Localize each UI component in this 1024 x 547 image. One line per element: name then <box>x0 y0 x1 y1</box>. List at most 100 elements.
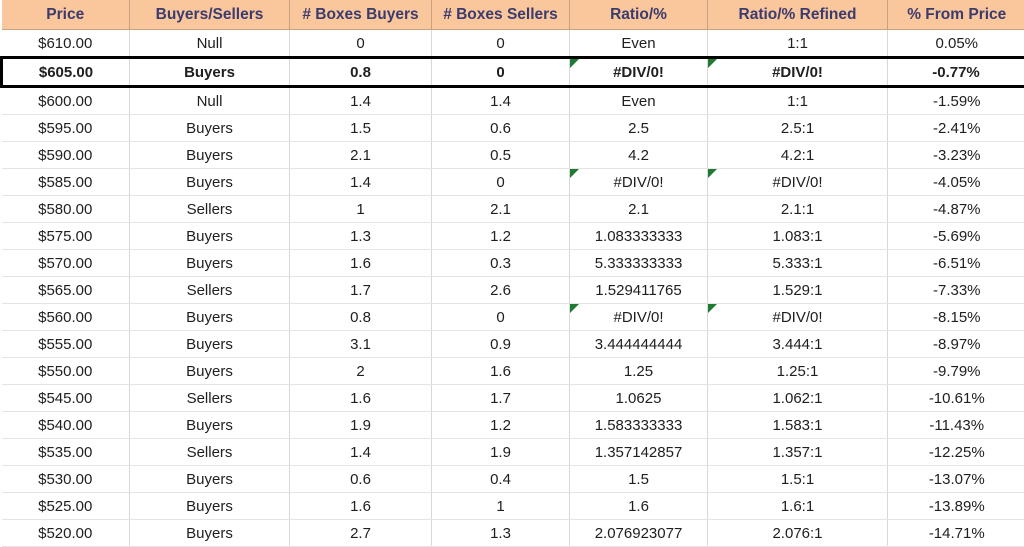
column-header-refined[interactable]: Ratio/% Refined <box>708 0 888 30</box>
cell-refined[interactable]: 1.6:1 <box>708 493 888 520</box>
status-badge-buyers[interactable]: Buyers <box>130 358 290 385</box>
status-badge-sellers[interactable]: Sellers <box>130 196 290 223</box>
cell-boxes_s[interactable]: 1.4 <box>432 87 570 115</box>
cell-price[interactable]: $545.00 <box>2 385 130 412</box>
cell-from[interactable]: -13.89% <box>888 493 1024 520</box>
cell-price[interactable]: $590.00 <box>2 142 130 169</box>
cell-price[interactable]: $550.00 <box>2 358 130 385</box>
cell-ratio[interactable]: 2.5 <box>570 115 708 142</box>
cell-ratio[interactable]: #DIV/0! <box>570 304 708 331</box>
table-row[interactable]: $570.00Buyers1.60.35.3333333335.333:1-6.… <box>2 250 1024 277</box>
cell-price[interactable]: $585.00 <box>2 169 130 196</box>
status-badge-buyers[interactable]: Buyers <box>130 250 290 277</box>
table-row[interactable]: $595.00Buyers1.50.62.52.5:1-2.41% <box>2 115 1024 142</box>
cell-ratio[interactable]: Even <box>570 87 708 115</box>
cell-from[interactable]: -4.87% <box>888 196 1024 223</box>
cell-boxes_b[interactable]: 1.6 <box>290 385 432 412</box>
cell-ratio[interactable]: 2.076923077 <box>570 520 708 547</box>
column-header-boxes_s[interactable]: # Boxes Sellers <box>432 0 570 30</box>
table-row[interactable]: $520.00Buyers2.71.32.0769230772.076:1-14… <box>2 520 1024 547</box>
cell-from[interactable]: -0.77% <box>888 58 1024 87</box>
cell-boxes_s[interactable]: 1.9 <box>432 439 570 466</box>
cell-boxes_s[interactable]: 0.5 <box>432 142 570 169</box>
cell-from[interactable]: -2.41% <box>888 115 1024 142</box>
cell-refined[interactable]: 1.357:1 <box>708 439 888 466</box>
cell-from[interactable]: -9.79% <box>888 358 1024 385</box>
cell-price[interactable]: $600.00 <box>2 87 130 115</box>
cell-from[interactable]: -1.59% <box>888 87 1024 115</box>
cell-boxes_s[interactable]: 1.7 <box>432 385 570 412</box>
cell-from[interactable]: -12.25% <box>888 439 1024 466</box>
column-header-bs[interactable]: Buyers/Sellers <box>130 0 290 30</box>
status-badge-null[interactable]: Null <box>130 30 290 58</box>
table-row[interactable]: $600.00Null1.41.4Even1:1-1.59% <box>2 87 1024 115</box>
cell-ratio[interactable]: 1.6 <box>570 493 708 520</box>
cell-price[interactable]: $575.00 <box>2 223 130 250</box>
cell-from[interactable]: -8.97% <box>888 331 1024 358</box>
cell-from[interactable]: -4.05% <box>888 169 1024 196</box>
cell-boxes_b[interactable]: 0 <box>290 30 432 58</box>
cell-boxes_b[interactable]: 0.8 <box>290 58 432 87</box>
cell-from[interactable]: -11.43% <box>888 412 1024 439</box>
cell-ratio[interactable]: 1.083333333 <box>570 223 708 250</box>
table-row[interactable]: $590.00Buyers2.10.54.24.2:1-3.23% <box>2 142 1024 169</box>
status-badge-buyers[interactable]: Buyers <box>130 58 290 87</box>
cell-ratio[interactable]: 1.357142857 <box>570 439 708 466</box>
table-row[interactable]: $575.00Buyers1.31.21.0833333331.083:1-5.… <box>2 223 1024 250</box>
cell-refined[interactable]: 1.083:1 <box>708 223 888 250</box>
cell-boxes_b[interactable]: 2.1 <box>290 142 432 169</box>
cell-boxes_b[interactable]: 0.8 <box>290 304 432 331</box>
cell-from[interactable]: -7.33% <box>888 277 1024 304</box>
table-row[interactable]: $610.00Null00Even1:10.05% <box>2 30 1024 58</box>
cell-boxes_s[interactable]: 0 <box>432 30 570 58</box>
cell-boxes_b[interactable]: 1.6 <box>290 493 432 520</box>
cell-refined[interactable]: 1.062:1 <box>708 385 888 412</box>
cell-price[interactable]: $570.00 <box>2 250 130 277</box>
status-badge-buyers[interactable]: Buyers <box>130 223 290 250</box>
table-row[interactable]: $555.00Buyers3.10.93.4444444443.444:1-8.… <box>2 331 1024 358</box>
table-row[interactable]: $540.00Buyers1.91.21.5833333331.583:1-11… <box>2 412 1024 439</box>
cell-ratio[interactable]: 1.529411765 <box>570 277 708 304</box>
cell-from[interactable]: 0.05% <box>888 30 1024 58</box>
status-badge-buyers[interactable]: Buyers <box>130 493 290 520</box>
status-badge-null[interactable]: Null <box>130 87 290 115</box>
cell-ratio[interactable]: 3.444444444 <box>570 331 708 358</box>
cell-refined[interactable]: 1.529:1 <box>708 277 888 304</box>
cell-ratio[interactable]: Even <box>570 30 708 58</box>
table-row[interactable]: $550.00Buyers21.61.251.25:1-9.79% <box>2 358 1024 385</box>
cell-refined[interactable]: 1.583:1 <box>708 412 888 439</box>
cell-ratio[interactable]: 1.583333333 <box>570 412 708 439</box>
cell-from[interactable]: -13.07% <box>888 466 1024 493</box>
cell-boxes_s[interactable]: 2.1 <box>432 196 570 223</box>
column-header-from[interactable]: % From Price <box>888 0 1024 30</box>
cell-ratio[interactable]: 1.25 <box>570 358 708 385</box>
cell-boxes_s[interactable]: 1 <box>432 493 570 520</box>
cell-boxes_s[interactable]: 0 <box>432 169 570 196</box>
cell-boxes_b[interactable]: 1.4 <box>290 169 432 196</box>
table-row[interactable]: $545.00Sellers1.61.71.06251.062:1-10.61% <box>2 385 1024 412</box>
status-badge-buyers[interactable]: Buyers <box>130 304 290 331</box>
cell-boxes_b[interactable]: 1.9 <box>290 412 432 439</box>
column-header-ratio[interactable]: Ratio/% <box>570 0 708 30</box>
cell-refined[interactable]: 2.076:1 <box>708 520 888 547</box>
cell-refined[interactable]: #DIV/0! <box>708 58 888 87</box>
cell-boxes_s[interactable]: 0.3 <box>432 250 570 277</box>
cell-ratio[interactable]: #DIV/0! <box>570 58 708 87</box>
cell-boxes_b[interactable]: 0.6 <box>290 466 432 493</box>
cell-price[interactable]: $580.00 <box>2 196 130 223</box>
table-row[interactable]: $565.00Sellers1.72.61.5294117651.529:1-7… <box>2 277 1024 304</box>
cell-boxes_s[interactable]: 1.3 <box>432 520 570 547</box>
cell-refined[interactable]: 1:1 <box>708 30 888 58</box>
cell-refined[interactable]: 1.5:1 <box>708 466 888 493</box>
cell-price[interactable]: $565.00 <box>2 277 130 304</box>
column-header-price[interactable]: Price <box>2 0 130 30</box>
cell-refined[interactable]: 5.333:1 <box>708 250 888 277</box>
cell-refined[interactable]: 3.444:1 <box>708 331 888 358</box>
status-badge-buyers[interactable]: Buyers <box>130 331 290 358</box>
status-badge-buyers[interactable]: Buyers <box>130 520 290 547</box>
cell-refined[interactable]: 2.5:1 <box>708 115 888 142</box>
status-badge-buyers[interactable]: Buyers <box>130 115 290 142</box>
cell-boxes_s[interactable]: 0.6 <box>432 115 570 142</box>
cell-refined[interactable]: #DIV/0! <box>708 304 888 331</box>
cell-boxes_s[interactable]: 1.2 <box>432 223 570 250</box>
